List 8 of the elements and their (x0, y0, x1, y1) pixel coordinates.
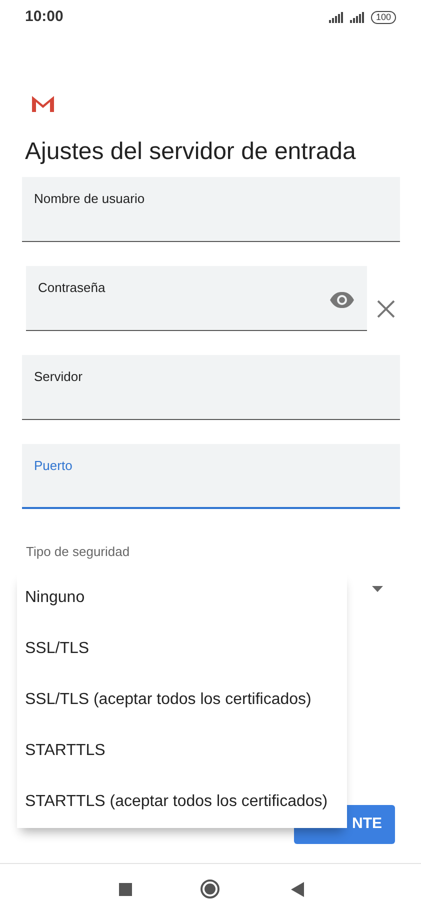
field-label: Nombre de usuario (34, 190, 145, 208)
battery-level: 100 (370, 11, 396, 24)
field-label: Contraseña (38, 279, 106, 297)
page-title: Ajustes del servidor de entrada (24, 137, 357, 167)
security-label: Tipo de seguridad (26, 543, 130, 561)
status-time: 10:00 (25, 7, 64, 28)
field-label: Servidor (34, 368, 82, 386)
field-label: Puerto (34, 457, 72, 475)
